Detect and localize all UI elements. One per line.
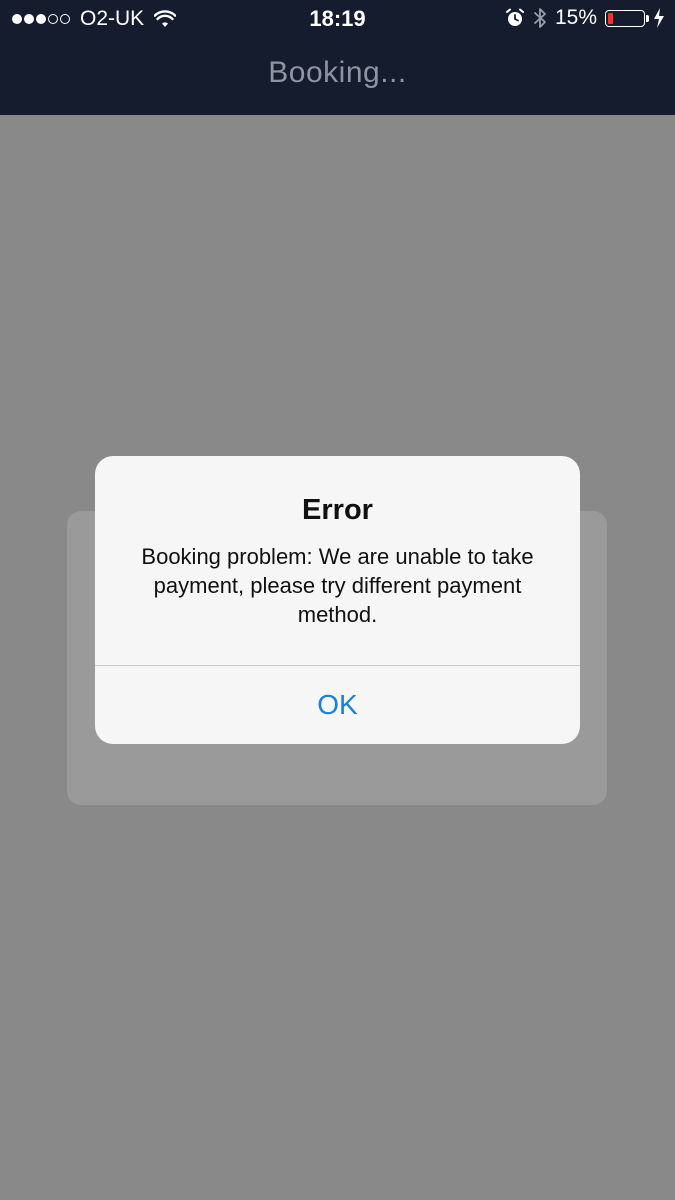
alert-title: Error — [302, 494, 373, 526]
bluetooth-icon — [534, 8, 546, 28]
alarm-icon — [505, 8, 524, 26]
ok-button[interactable]: OK — [95, 666, 580, 744]
status-bar-right: 15% — [505, 6, 665, 30]
alert-message: Booking problem: We are unable to take p… — [141, 544, 534, 627]
battery-icon — [605, 9, 649, 27]
battery-level-fill — [608, 12, 613, 24]
nav-title: Booking... — [268, 56, 407, 89]
screen: O2-UK 18:19 15% Booking... Error Booking… — [0, 0, 675, 1200]
error-alert-dialog: Error Booking problem: We are unable to … — [95, 456, 580, 744]
status-bar: O2-UK 18:19 15% — [0, 0, 675, 38]
battery-percent: 15% — [554, 6, 597, 29]
top-bar: O2-UK 18:19 15% Booking... — [0, 0, 675, 115]
charging-bolt-icon — [654, 8, 664, 28]
